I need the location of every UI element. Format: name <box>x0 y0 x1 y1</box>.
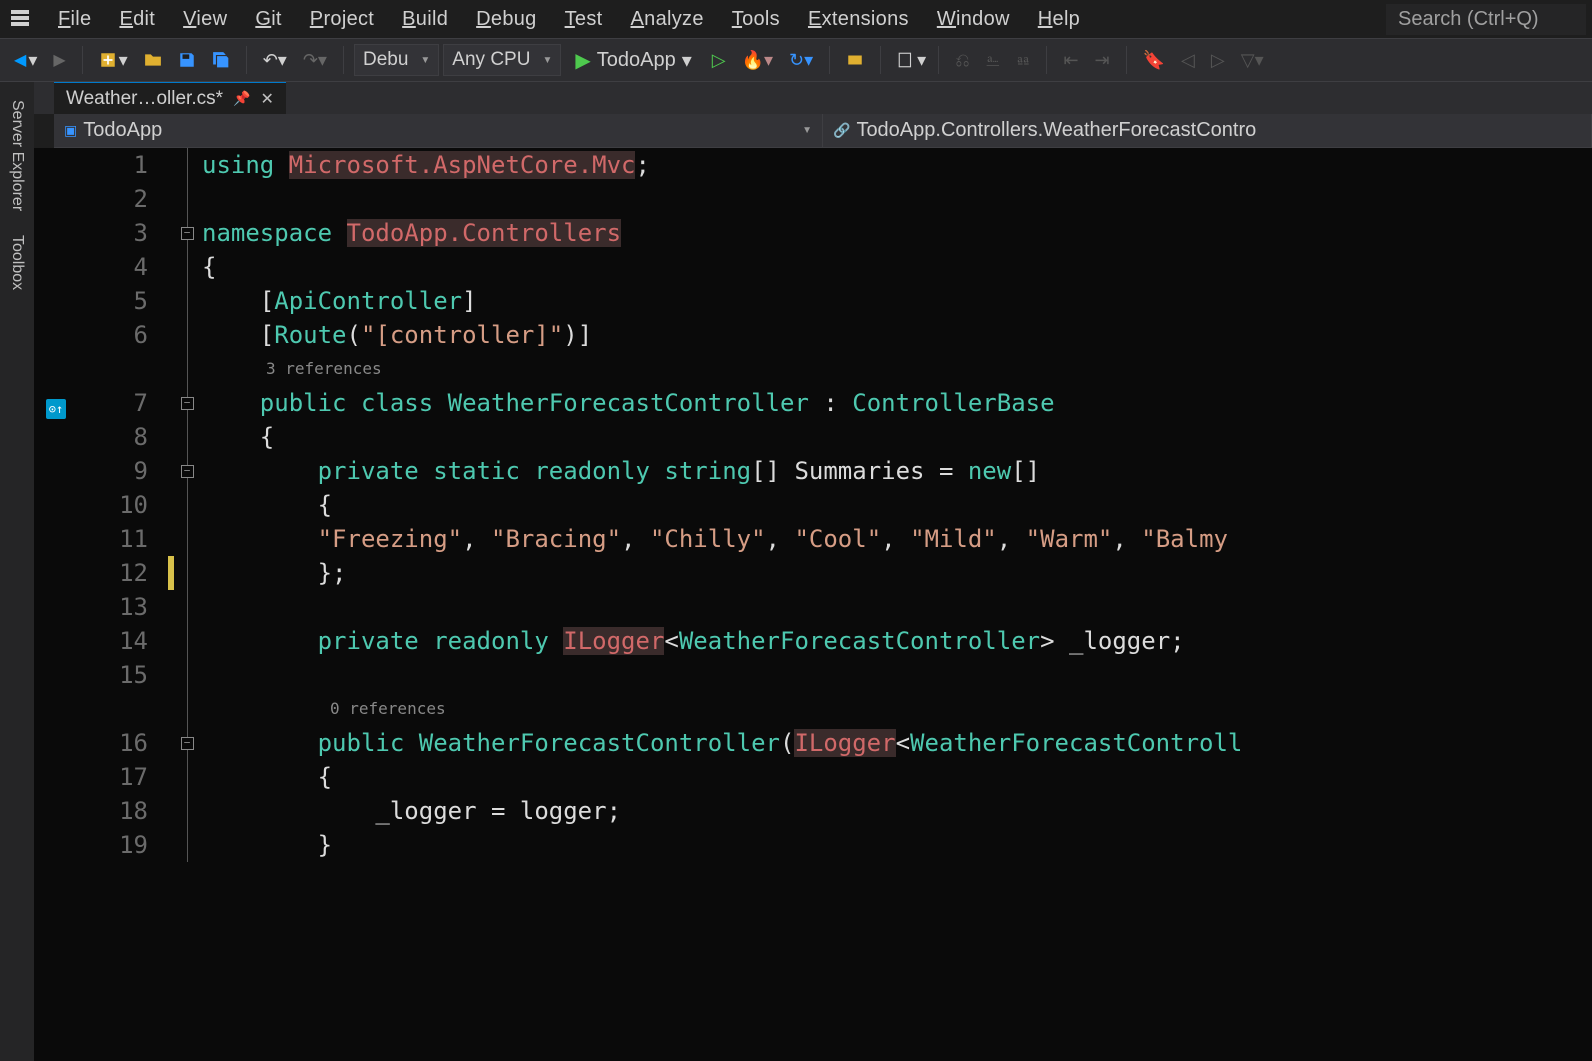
nav-forward-button: ▶ <box>47 46 71 74</box>
fold-column: − − − − <box>176 148 198 1061</box>
new-item-button[interactable]: ▾ <box>93 46 134 75</box>
glyph-margin: ⊙↑ <box>34 148 78 1061</box>
fold-toggle[interactable]: − <box>181 227 194 240</box>
menu-project[interactable]: Project <box>296 2 388 37</box>
vs-logo-icon <box>6 5 34 33</box>
toolbar-group-2[interactable]: ⎁ <box>980 46 1006 75</box>
solution-config-combo[interactable]: Debu▼ <box>354 44 439 76</box>
change-indicator-bar <box>166 148 176 1061</box>
pin-icon[interactable]: 📌 <box>233 90 250 107</box>
class-glyph-icon: ⊙↑ <box>46 399 66 419</box>
fold-toggle[interactable]: − <box>181 737 194 750</box>
save-all-button[interactable] <box>206 47 236 73</box>
bookmark-clear-button[interactable]: ▽▾ <box>1235 46 1270 75</box>
refresh-button[interactable]: ↻▾ <box>783 46 819 75</box>
bookmark-button[interactable]: 🔖 <box>1137 46 1171 75</box>
fold-toggle[interactable]: − <box>181 465 194 478</box>
navigation-bar: ▣ TodoApp ▼ 🔗 TodoApp.Controllers.Weathe… <box>54 114 1592 148</box>
menu-window[interactable]: Window <box>923 2 1024 37</box>
toolbar-group-1[interactable]: ⎌ <box>949 46 975 75</box>
main-toolbar: ◀▾ ▶ ▾ ↶▾ ↷▾ Debu▼ Any CPU▼ ▶TodoApp▾ ▷ … <box>0 38 1592 82</box>
menu-analyze[interactable]: Analyze <box>617 2 718 37</box>
menu-test[interactable]: Test <box>551 2 617 37</box>
codelens-references[interactable]: 0 references <box>198 692 1592 726</box>
menu-view[interactable]: View <box>169 2 241 37</box>
toolbar-group-3[interactable]: ⎂ <box>1010 46 1036 75</box>
find-in-files-button[interactable]: ▾ <box>891 46 932 75</box>
menu-tools[interactable]: Tools <box>718 2 794 37</box>
indent-increase-button[interactable]: ⇥ <box>1089 46 1116 75</box>
line-number-gutter: 12345678910111213141516171819 <box>78 148 166 1061</box>
indent-decrease-button[interactable]: ⇤ <box>1057 46 1084 75</box>
menu-debug[interactable]: Debug <box>462 2 550 37</box>
quick-search-input[interactable]: Search (Ctrl+Q) <box>1386 4 1586 35</box>
bookmark-prev-button[interactable]: ◁ <box>1175 46 1201 75</box>
menu-extensions[interactable]: Extensions <box>794 2 923 37</box>
fold-toggle[interactable]: − <box>181 397 194 410</box>
close-icon[interactable]: ✕ <box>260 89 273 109</box>
codelens-references[interactable]: 3 references <box>198 352 1592 386</box>
hot-reload-button[interactable]: 🔥▾ <box>736 46 779 75</box>
menu-file[interactable]: File <box>44 2 105 37</box>
menu-help[interactable]: Help <box>1024 2 1094 37</box>
menu-bar: FileEditViewGitProjectBuildDebugTestAnal… <box>0 0 1592 38</box>
document-tab-strip: Weather…oller.cs* 📌 ✕ <box>34 82 1592 114</box>
code-editor[interactable]: ⊙↑ 12345678910111213141516171819 − − − − us… <box>34 148 1592 1061</box>
start-debug-button[interactable]: ▶TodoApp▾ <box>565 44 701 77</box>
nav-project-combo[interactable]: ▣ TodoApp ▼ <box>54 114 823 147</box>
project-icon: ▣ <box>64 122 77 139</box>
server-explorer-tab[interactable]: Server Explorer <box>2 90 32 221</box>
class-icon: 🔗 <box>833 122 850 139</box>
undo-button[interactable]: ↶▾ <box>257 46 293 75</box>
toolbox-tab[interactable]: Toolbox <box>2 225 32 300</box>
nav-back-button[interactable]: ◀▾ <box>8 46 43 75</box>
file-tab-label: Weather…oller.cs* <box>66 88 223 110</box>
bookmark-next-button[interactable]: ▷ <box>1205 46 1231 75</box>
menu-git[interactable]: Git <box>241 2 295 37</box>
file-tab-active[interactable]: Weather…oller.cs* 📌 ✕ <box>54 82 286 114</box>
browser-link-button[interactable] <box>840 47 870 73</box>
open-file-button[interactable] <box>138 47 168 73</box>
save-button[interactable] <box>172 47 202 73</box>
solution-platform-combo[interactable]: Any CPU▼ <box>443 44 561 76</box>
nav-type-combo[interactable]: 🔗 TodoApp.Controllers.WeatherForecastCon… <box>823 114 1592 147</box>
menu-edit[interactable]: Edit <box>105 2 169 37</box>
menu-build[interactable]: Build <box>388 2 462 37</box>
redo-button[interactable]: ↷▾ <box>297 46 333 75</box>
code-text[interactable]: using Microsoft.AspNetCore.Mvc;namespace… <box>198 148 1592 1061</box>
side-panel-tabs: Server Explorer Toolbox <box>0 82 34 1061</box>
start-without-debug-button[interactable]: ▷ <box>706 46 732 75</box>
